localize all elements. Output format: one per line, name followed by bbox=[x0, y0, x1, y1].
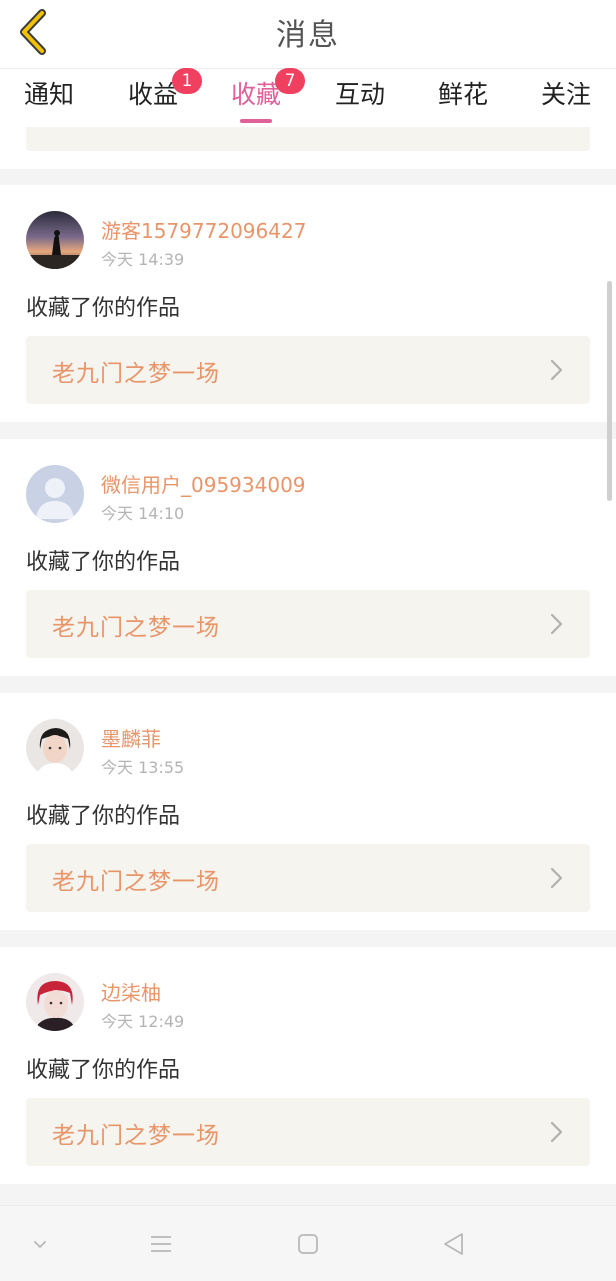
active-tab-indicator bbox=[240, 119, 272, 123]
work-link[interactable]: 老九门之梦一场 bbox=[26, 590, 590, 658]
system-back-button[interactable] bbox=[432, 1222, 476, 1266]
default-user-avatar bbox=[26, 465, 84, 523]
chevron-down-icon bbox=[34, 1241, 46, 1248]
home-button[interactable] bbox=[286, 1222, 330, 1266]
action-text: 收藏了你的作品 bbox=[26, 1058, 181, 1083]
avatar[interactable] bbox=[26, 465, 84, 523]
page-title: 消息 bbox=[276, 18, 340, 53]
timestamp: 今天 12:49 bbox=[101, 1012, 185, 1031]
scrollbar[interactable] bbox=[607, 281, 612, 501]
unread-badge: 1 bbox=[172, 68, 202, 94]
work-title: 老九门之梦一场 bbox=[52, 615, 220, 641]
username[interactable]: 边柒柚 bbox=[101, 977, 161, 1006]
action-text: 收藏了你的作品 bbox=[26, 296, 181, 321]
unread-badge: 7 bbox=[275, 68, 305, 94]
work-title: 老九门之梦一场 bbox=[52, 869, 220, 895]
work-title: 老九门之梦一场 bbox=[52, 1123, 220, 1149]
home-square-icon bbox=[298, 1234, 318, 1254]
timestamp: 今天 14:39 bbox=[101, 250, 185, 269]
avatar[interactable] bbox=[26, 211, 84, 269]
tab-label: 关注 bbox=[540, 80, 591, 109]
username[interactable]: 墨麟菲 bbox=[101, 723, 161, 752]
avatar[interactable] bbox=[26, 973, 84, 1031]
list-item: 墨麟菲 今天 13:55 收藏了你的作品 老九门之梦一场 bbox=[0, 693, 616, 930]
list-item: 游客1579772096427 今天 14:39 收藏了你的作品 老九门之梦一场 bbox=[0, 185, 616, 422]
tab-label: 收益 bbox=[127, 80, 178, 109]
chevron-right-icon bbox=[550, 359, 563, 381]
username[interactable]: 游客1579772096427 bbox=[101, 215, 306, 244]
username[interactable]: 微信用户_095934009 bbox=[101, 469, 306, 498]
collapse-nav-button[interactable] bbox=[18, 1222, 62, 1266]
sunset-silhouette-avatar bbox=[26, 211, 84, 269]
tab-bar: 通知 收益 1 收藏 7 互动 鲜花 关注 bbox=[0, 68, 616, 127]
portrait-avatar bbox=[26, 719, 84, 777]
chevron-right-icon bbox=[550, 867, 563, 889]
action-text: 收藏了你的作品 bbox=[26, 804, 181, 829]
tab-notifications[interactable]: 通知 bbox=[4, 77, 94, 125]
work-link[interactable]: 老九门之梦一场 bbox=[26, 844, 590, 912]
work-link[interactable] bbox=[26, 127, 590, 151]
message-list[interactable]: 游客1579772096427 今天 14:39 收藏了你的作品 老九门之梦一场… bbox=[0, 127, 616, 1205]
list-item: 微信用户_095934009 今天 14:10 收藏了你的作品 老九门之梦一场 bbox=[0, 439, 616, 676]
tab-earnings[interactable]: 收益 1 bbox=[108, 68, 202, 125]
tab-flowers[interactable]: 鲜花 bbox=[418, 77, 508, 125]
menu-icon bbox=[151, 1236, 171, 1252]
work-link[interactable]: 老九门之梦一场 bbox=[26, 336, 590, 404]
avatar[interactable] bbox=[26, 719, 84, 777]
list-item bbox=[0, 127, 616, 169]
timestamp: 今天 14:10 bbox=[101, 504, 185, 523]
tab-label: 鲜花 bbox=[437, 80, 488, 109]
top-bar: 消息 bbox=[0, 0, 616, 69]
tab-follows[interactable]: 关注 bbox=[521, 77, 611, 125]
list-item: 边柒柚 今天 12:49 收藏了你的作品 老九门之梦一场 bbox=[0, 947, 616, 1184]
work-title: 老九门之梦一场 bbox=[52, 361, 220, 387]
tab-label: 互动 bbox=[334, 80, 385, 109]
tab-favorites[interactable]: 收藏 7 bbox=[211, 68, 305, 125]
back-triangle-icon bbox=[444, 1233, 463, 1255]
chevron-right-icon bbox=[550, 1121, 563, 1143]
chevron-right-icon bbox=[550, 613, 563, 635]
tab-interactions[interactable]: 互动 bbox=[315, 77, 405, 125]
system-nav-bar bbox=[0, 1205, 616, 1281]
tab-label: 收藏 bbox=[230, 80, 281, 109]
action-text: 收藏了你的作品 bbox=[26, 550, 181, 575]
tab-label: 通知 bbox=[23, 80, 74, 109]
work-link[interactable]: 老九门之梦一场 bbox=[26, 1098, 590, 1166]
recent-apps-button[interactable] bbox=[139, 1222, 183, 1266]
timestamp: 今天 13:55 bbox=[101, 758, 185, 777]
red-hair-portrait-avatar bbox=[26, 973, 84, 1031]
